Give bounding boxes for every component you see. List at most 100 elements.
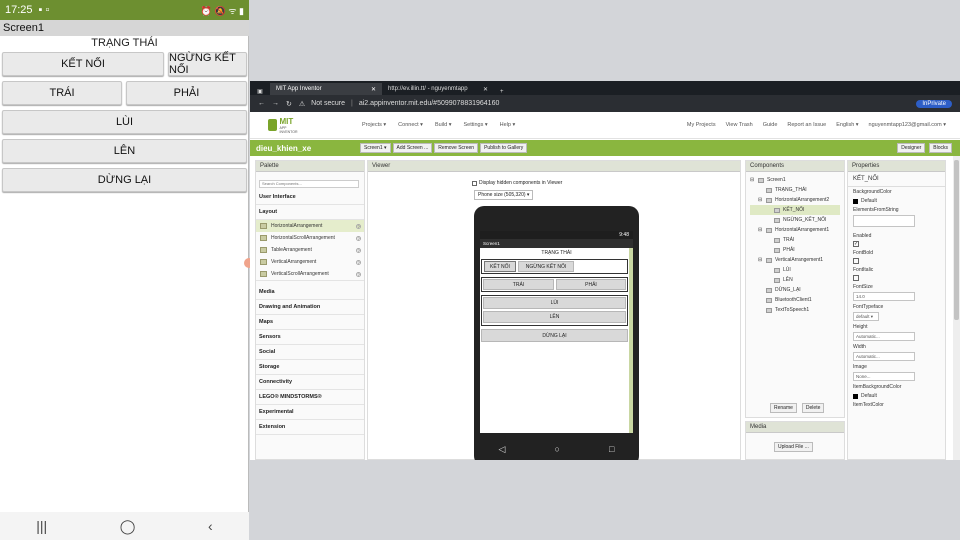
preview-left-button[interactable]: TRÁI <box>483 279 554 290</box>
publish-gallery-button[interactable]: Publish to Gallery <box>480 143 528 153</box>
stop-button[interactable]: DỪNG LẠI <box>2 168 247 192</box>
fontbold-checkbox[interactable] <box>853 258 859 264</box>
left-button[interactable]: TRÁI <box>2 81 122 105</box>
category-lego[interactable]: LEGO® MINDSTORMS® <box>256 390 364 405</box>
category-maps[interactable]: Maps <box>256 315 364 330</box>
disconnect-button[interactable]: NGỪNG KẾT NỐI <box>168 52 247 76</box>
menu-settings[interactable]: Settings ▾ <box>463 122 487 128</box>
tree-toggle-icon[interactable]: ⊟ <box>758 227 763 233</box>
help-icon[interactable]: ? <box>356 235 361 241</box>
tree-toggle-icon[interactable]: ⊟ <box>758 257 763 263</box>
rename-button[interactable]: Rename <box>770 403 797 413</box>
help-icon[interactable]: ? <box>356 223 361 229</box>
component-tree-item[interactable]: KẾT_NỐI <box>750 205 840 215</box>
mit-logo[interactable]: MIT APP INVENTOR <box>268 116 300 134</box>
category-social[interactable]: Social <box>256 345 364 360</box>
preview-forward-button[interactable]: LÊN <box>483 311 626 323</box>
inprivate-badge[interactable]: InPrivate <box>916 99 952 108</box>
preview-stop-button[interactable]: DỪNG LẠI <box>481 329 628 342</box>
help-icon[interactable]: ? <box>356 259 361 265</box>
phone-size-select[interactable]: Phone size (505,320) ▾ <box>474 190 534 200</box>
category-sensors[interactable]: Sensors <box>256 330 364 345</box>
palette-item-horizontal-scroll[interactable]: HorizontalScrollArrangement? <box>256 232 364 244</box>
category-layout[interactable]: Layout <box>256 205 364 220</box>
item-bg-picker[interactable]: Default <box>848 391 945 400</box>
category-storage[interactable]: Storage <box>256 360 364 375</box>
help-icon[interactable]: ? <box>356 247 361 253</box>
language-menu[interactable]: English ▾ <box>836 122 858 128</box>
component-tree-item[interactable]: LÙI <box>750 265 840 275</box>
typeface-select[interactable]: default ▾ <box>853 312 879 321</box>
forward-icon[interactable]: → <box>272 100 279 107</box>
enabled-checkbox[interactable]: ✓ <box>853 241 859 247</box>
component-search-input[interactable] <box>259 179 359 188</box>
component-tree-item[interactable]: ⊟ VerticalArrangement1 <box>750 255 840 265</box>
category-drawing[interactable]: Drawing and Animation <box>256 300 364 315</box>
palette-item-table[interactable]: TableArrangement? <box>256 244 364 256</box>
category-extension[interactable]: Extension <box>256 420 364 435</box>
palette-item-horizontal-arrangement[interactable]: HorizontalArrangement? <box>256 220 364 232</box>
page-scrollbar[interactable] <box>953 156 960 460</box>
component-tree-item[interactable]: TRẠNG_THÁI <box>750 185 840 195</box>
preview-horizontal-arrangement-2[interactable]: KẾT NỐI NGỪNG KẾT NỐI <box>481 259 628 274</box>
menu-help[interactable]: Help ▾ <box>500 122 516 128</box>
report-issue-link[interactable]: Report an Issue <box>787 122 826 128</box>
tab-app-inventor[interactable]: MIT App Inventor ✕ <box>270 83 382 95</box>
account-menu[interactable]: nguyenmtapp123@gmail.com ▾ <box>869 122 946 128</box>
category-experimental[interactable]: Experimental <box>256 405 364 420</box>
palette-item-vertical-arrangement[interactable]: VerticalArrangement? <box>256 256 364 268</box>
preview-connect-button[interactable]: KẾT NỐI <box>484 261 516 272</box>
component-tree-item[interactable]: LÊN <box>750 275 840 285</box>
menu-build[interactable]: Build ▾ <box>435 122 452 128</box>
component-tree-item[interactable]: NGỪNG_KẾT_NỐI <box>750 215 840 225</box>
preview-horizontal-arrangement-1[interactable]: TRÁI PHẢI <box>481 277 628 292</box>
right-button[interactable]: PHẢI <box>126 81 247 105</box>
connect-button[interactable]: KẾT NỐI <box>2 52 164 76</box>
scrollbar-thumb[interactable] <box>954 160 959 320</box>
view-trash-link[interactable]: View Trash <box>726 122 753 128</box>
tree-toggle-icon[interactable]: ⊟ <box>758 197 763 203</box>
home-icon[interactable]: ◯ <box>120 518 136 535</box>
preview-back-button[interactable]: LÙI <box>483 297 626 309</box>
back-button[interactable]: LÙI <box>2 110 247 134</box>
upload-file-button[interactable]: Upload File ... <box>774 442 813 452</box>
preview-disconnect-button[interactable]: NGỪNG KẾT NỐI <box>518 261 574 272</box>
background-color-picker[interactable]: Default <box>848 196 945 205</box>
guide-link[interactable]: Guide <box>763 122 778 128</box>
designer-button[interactable]: Designer <box>897 143 926 153</box>
fontitalic-checkbox[interactable] <box>853 275 859 281</box>
add-screen-button[interactable]: Add Screen ... <box>392 143 433 153</box>
tree-toggle-icon[interactable]: ⊟ <box>750 177 755 183</box>
component-tree-item[interactable]: ⊟ HorizontalArrangement1 <box>750 225 840 235</box>
component-tree-item[interactable]: PHẢI <box>750 245 840 255</box>
component-tree-item[interactable]: ⊟ Screen1 <box>750 175 840 185</box>
category-connectivity[interactable]: Connectivity <box>256 375 364 390</box>
back-icon[interactable]: ‹ <box>208 518 213 534</box>
help-icon[interactable]: ? <box>356 271 361 277</box>
remove-screen-button[interactable]: Remove Screen <box>434 143 479 153</box>
delete-button[interactable]: Delete <box>801 403 825 413</box>
fontsize-input[interactable]: 14.0 <box>853 292 915 301</box>
preview-vertical-arrangement-1[interactable]: LÙI LÊN <box>481 295 628 326</box>
image-input[interactable]: None... <box>853 372 915 381</box>
close-icon[interactable]: ✕ <box>483 86 488 93</box>
url-field[interactable]: ai2.appinventor.mit.edu/#509907883196416… <box>359 100 500 107</box>
tab-second[interactable]: http://ev.illin.tt/ - nguyenmtapp ✕ <box>382 83 494 95</box>
menu-connect[interactable]: Connect ▾ <box>398 122 423 128</box>
component-tree-item[interactable]: TRÁI <box>750 235 840 245</box>
my-projects-link[interactable]: My Projects <box>687 122 716 128</box>
preview-status-label[interactable]: TRẠNG THÁI <box>480 248 633 258</box>
component-tree-item[interactable]: BluetoothClient1 <box>750 295 840 305</box>
blocks-button[interactable]: Blocks <box>929 143 952 153</box>
component-tree-item[interactable]: ⊟ HorizontalArrangement2 <box>750 195 840 205</box>
category-media[interactable]: Media <box>256 285 364 300</box>
elements-input[interactable] <box>853 215 915 227</box>
forward-button[interactable]: LÊN <box>2 139 247 163</box>
component-tree-item[interactable]: TextToSpeech1 <box>750 305 840 315</box>
height-input[interactable]: Automatic... <box>853 332 915 341</box>
menu-projects[interactable]: Projects ▾ <box>362 122 386 128</box>
preview-right-button[interactable]: PHẢI <box>556 279 626 290</box>
hidden-components-checkbox[interactable] <box>472 180 477 186</box>
reload-icon[interactable]: ↻ <box>286 100 292 108</box>
tab-actions-icon[interactable]: ▣ <box>250 88 270 95</box>
